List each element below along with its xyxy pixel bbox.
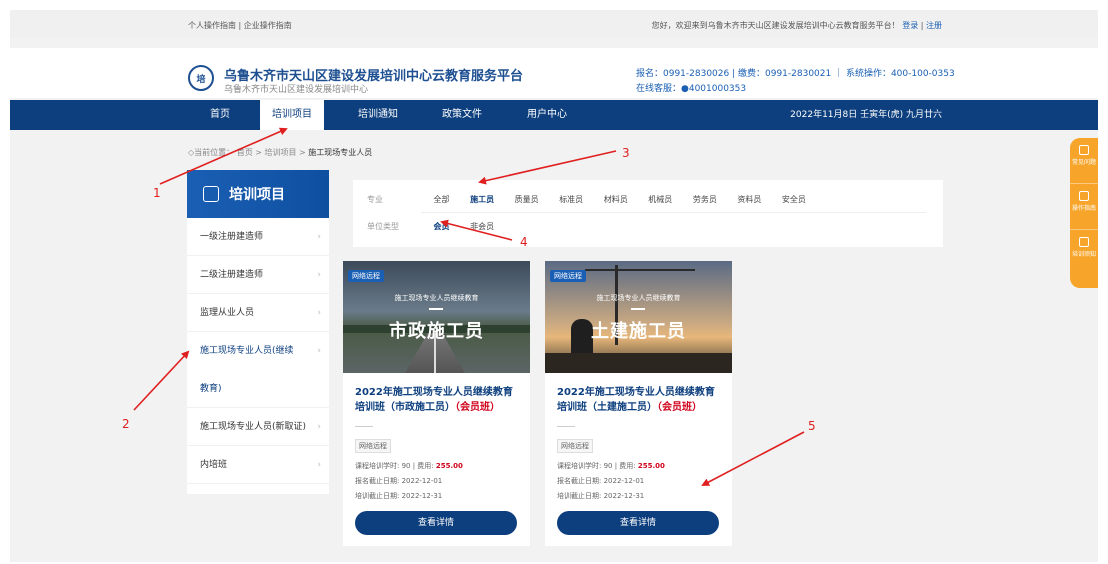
annotation-arrow-5 <box>701 431 805 486</box>
annotation-arrow-3 <box>478 150 617 185</box>
annotation-label-2: 2 <box>122 417 130 431</box>
annotation-arrow-1 <box>159 127 288 185</box>
annotation-overlay: 1 2 3 4 5 <box>122 127 816 486</box>
annotation-label-1: 1 <box>153 186 161 200</box>
annotation-arrow-4 <box>440 219 513 241</box>
annotation-label-4: 4 <box>520 235 528 249</box>
annotation-arrow-2 <box>133 350 190 411</box>
annotation-label-3: 3 <box>622 146 630 160</box>
annotation-label-5: 5 <box>808 419 816 433</box>
